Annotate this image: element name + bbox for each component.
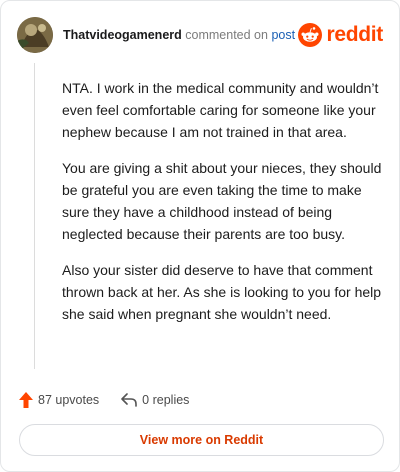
username-link[interactable]: Thatvideogamenerd <box>63 28 182 42</box>
comment-meta: Thatvideogamenerd commented on post <box>63 28 295 42</box>
comment-paragraph: Also your sister did deserve to have tha… <box>62 262 382 322</box>
reddit-comment-embed: Thatvideogamenerd commented on post redd… <box>0 0 400 472</box>
comment-actions: 87 upvotes 0 replies <box>19 389 189 411</box>
reply-button[interactable]: 0 replies <box>121 393 189 407</box>
post-link[interactable]: post <box>271 28 295 42</box>
comment-paragraph: NTA. I work in the medical community and… <box>62 80 379 140</box>
upvote-count: 87 upvotes <box>38 393 100 407</box>
view-more-button[interactable]: View more on Reddit <box>19 424 384 456</box>
comment-paragraph: You are giving a shit about your nieces,… <box>62 160 382 242</box>
reply-icon <box>121 393 137 407</box>
comment-header: Thatvideogamenerd commented on post redd… <box>17 15 383 55</box>
commented-on-text: commented on <box>185 28 268 42</box>
thread-line <box>34 63 35 369</box>
user-avatar[interactable] <box>17 17 53 53</box>
comment-body: NTA. I work in the medical community and… <box>62 77 382 339</box>
upvote-arrow-icon <box>19 392 33 408</box>
upvote-button[interactable]: 87 upvotes <box>19 392 99 408</box>
reddit-logo[interactable]: reddit <box>298 23 383 47</box>
avatar-image <box>17 17 53 53</box>
reddit-snoo-icon <box>298 23 323 47</box>
reply-count: 0 replies <box>142 393 190 407</box>
reddit-wordmark: reddit <box>326 23 383 46</box>
view-more-label: View more on Reddit <box>139 433 264 447</box>
